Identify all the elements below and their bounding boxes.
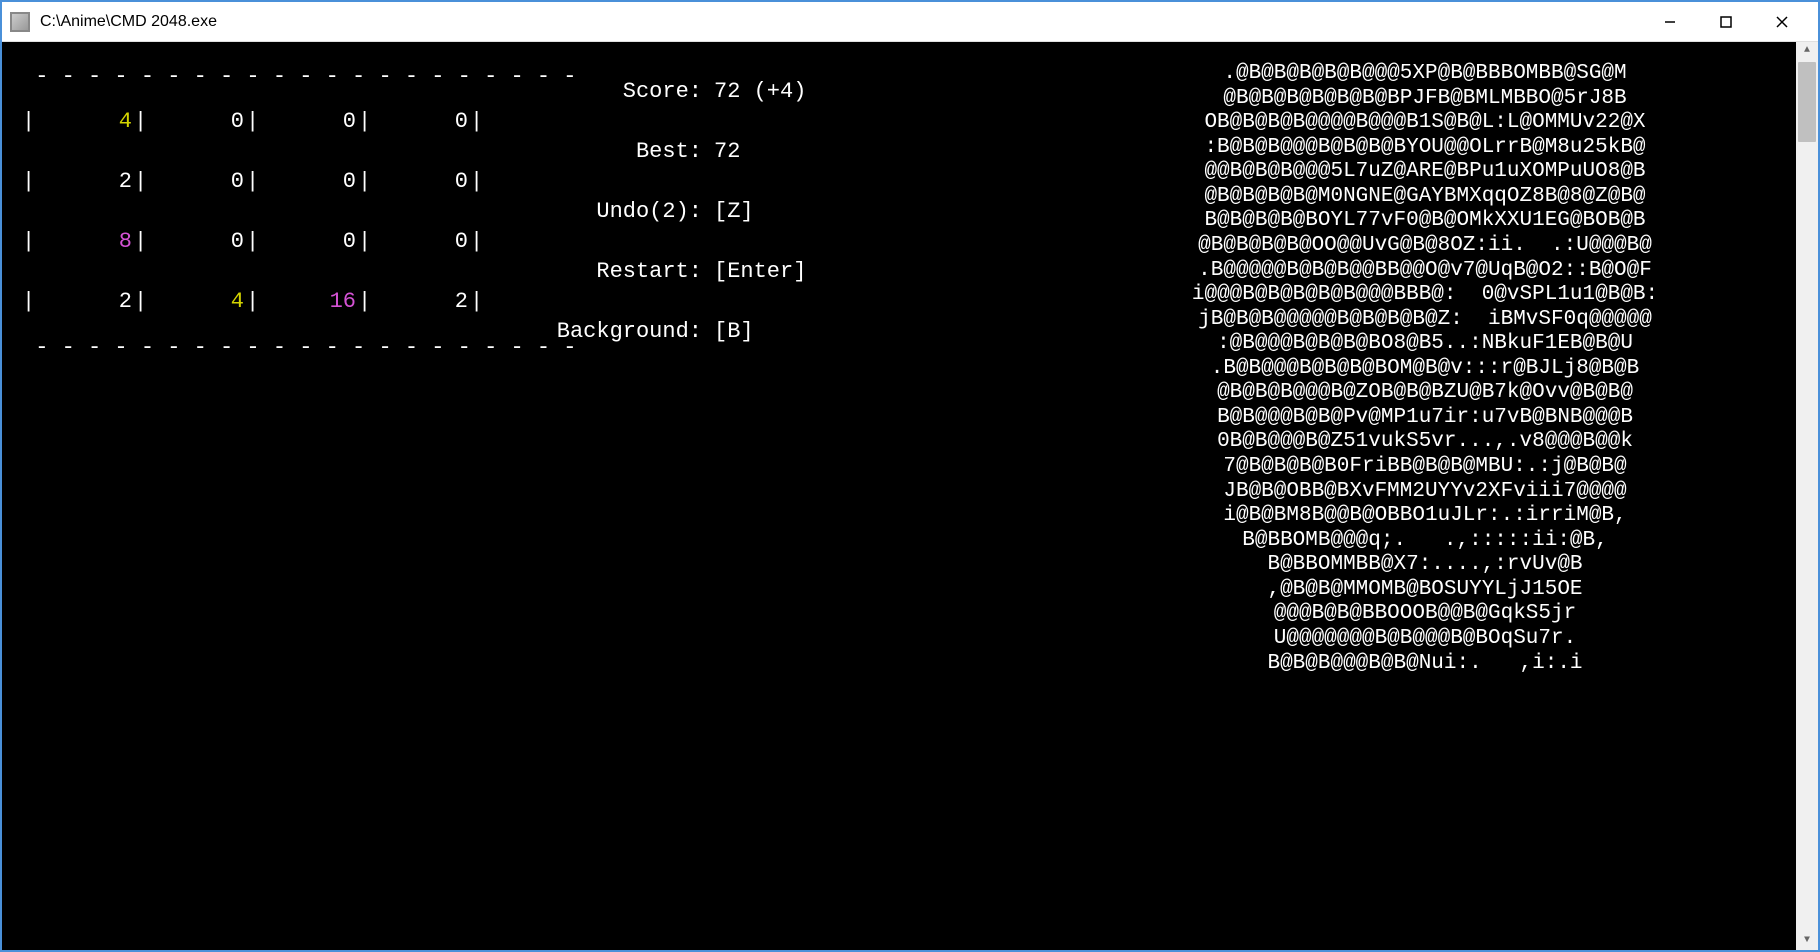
board-divider-top: - - - - - - - - - - - - - - - - - - - - … xyxy=(22,62,522,93)
board-cell: 2 xyxy=(370,287,470,318)
undo-row: Undo(2): [Z] xyxy=(522,182,1062,242)
cell-separator: | xyxy=(22,287,34,318)
maximize-button[interactable] xyxy=(1698,3,1754,41)
ascii-line: B@BBOMB@@@q;. .,:::::ii:@B, xyxy=(1062,529,1788,554)
ascii-line: B@BBOMMBB@X7:....,:rvUv@B xyxy=(1062,553,1788,578)
minimize-button[interactable] xyxy=(1642,3,1698,41)
ascii-line: .B@@@@@B@B@B@@BB@@O@v7@UqB@O2::B@O@F xyxy=(1062,259,1788,284)
window-title: C:\Anime\CMD 2048.exe xyxy=(40,13,1642,31)
ascii-line: 0B@B@@@B@Z51vukS5vr...,.v8@@@B@@k xyxy=(1062,430,1788,455)
board-cell: 0 xyxy=(146,167,246,198)
scroll-thumb[interactable] xyxy=(1798,62,1816,142)
cell-separator: | xyxy=(22,167,34,198)
cell-separator: | xyxy=(246,287,258,318)
board-cell: 4 xyxy=(146,287,246,318)
undo-key: [Z] xyxy=(714,197,754,228)
undo-label: Undo(2): xyxy=(522,197,702,228)
ascii-line: i@@@B@B@B@B@B@@@BBB@: 0@vSPL1u1@B@B: xyxy=(1062,283,1788,308)
best-row: Best: 72 xyxy=(522,122,1062,182)
ascii-line: 7@B@B@B@B0FriBB@B@B@MBU:.:j@B@B@ xyxy=(1062,455,1788,480)
board-cell: 0 xyxy=(370,167,470,198)
ascii-line: B@B@B@B@BOYL77vF0@B@OMkXXU1EG@BOB@B xyxy=(1062,209,1788,234)
board-row: |8|0|0|0| xyxy=(22,213,522,273)
ascii-line: @@@B@B@BBOOOB@@B@GqkS5jr xyxy=(1062,602,1788,627)
cell-separator: | xyxy=(470,167,482,198)
score-label: Score: xyxy=(522,77,702,108)
ascii-line: JB@B@OBB@BXvFMM2UYYv2XFviii7@@@@ xyxy=(1062,480,1788,505)
restart-label: Restart: xyxy=(522,257,702,288)
score-row: Score: 72 (+4) xyxy=(522,62,1062,122)
scroll-down-arrow[interactable]: ▼ xyxy=(1796,932,1818,950)
board-row: |4|0|0|0| xyxy=(22,93,522,153)
cell-separator: | xyxy=(134,167,146,198)
cell-separator: | xyxy=(470,287,482,318)
board-row: |2|4|16|2| xyxy=(22,273,522,333)
window-controls xyxy=(1642,3,1810,41)
background-row: Background: [B] xyxy=(522,302,1062,362)
board-cell: 4 xyxy=(34,107,134,138)
board-cell: 0 xyxy=(258,107,358,138)
close-button[interactable] xyxy=(1754,3,1810,41)
cell-separator: | xyxy=(358,167,370,198)
ascii-line: @B@B@B@B@OO@@UvG@B@8OZ:ii. .:U@@@B@ xyxy=(1062,234,1788,259)
ascii-art-panel: .@B@B@B@B@B@@@5XP@B@BBBOMBB@SG@M@B@B@B@B… xyxy=(1062,62,1818,950)
board-cell: 0 xyxy=(258,167,358,198)
ascii-line: ,@B@B@MMOMB@BOSUYYLjJ15OE xyxy=(1062,578,1788,603)
cell-separator: | xyxy=(470,107,482,138)
ascii-line: @B@B@B@B@M0NGNE@GAYBMXqqOZ8B@8@Z@B@ xyxy=(1062,185,1788,210)
ascii-line: OB@B@B@B@@@@B@@@B1S@B@L:L@OMMUv22@X xyxy=(1062,111,1788,136)
cell-separator: | xyxy=(246,227,258,258)
ascii-line: @@B@B@B@@@5L7uZ@ARE@BPu1uXOMPuUO8@B xyxy=(1062,160,1788,185)
game-info: Score: 72 (+4) Best: 72 Undo(2): [Z] Res… xyxy=(522,62,1062,950)
board-cell: 0 xyxy=(370,107,470,138)
ascii-line: @B@B@B@B@B@B@BPJFB@BMLMBBO@5rJ8B xyxy=(1062,87,1788,112)
cell-separator: | xyxy=(358,227,370,258)
ascii-line: :@B@@@B@B@B@BO8@B5..:NBkuF1EB@B@U xyxy=(1062,332,1788,357)
vertical-scrollbar[interactable]: ▲ ▼ xyxy=(1796,42,1818,950)
board-cell: 16 xyxy=(258,287,358,318)
restart-row: Restart: [Enter] xyxy=(522,242,1062,302)
ascii-line: i@B@BM8B@@B@OBBO1uJLr:.:irriM@B, xyxy=(1062,504,1788,529)
ascii-line: @B@B@B@@@B@ZOB@B@BZU@B7k@Ovv@B@B@ xyxy=(1062,381,1788,406)
board-cell: 2 xyxy=(34,287,134,318)
app-icon xyxy=(10,12,30,32)
cell-separator: | xyxy=(246,167,258,198)
cell-separator: | xyxy=(470,227,482,258)
ascii-line: B@B@@@B@B@Pv@MP1u7ir:u7vB@BNB@@@B xyxy=(1062,406,1788,431)
window-titlebar: C:\Anime\CMD 2048.exe xyxy=(2,2,1818,42)
ascii-line: .B@B@@@B@B@B@BOM@B@v:::r@BJLj8@B@B xyxy=(1062,357,1788,382)
console-area[interactable]: - - - - - - - - - - - - - - - - - - - - … xyxy=(2,42,1818,950)
cell-separator: | xyxy=(358,287,370,318)
restart-key: [Enter] xyxy=(714,257,806,288)
board-cell: 0 xyxy=(146,227,246,258)
board-divider-bottom: - - - - - - - - - - - - - - - - - - - - … xyxy=(22,333,522,364)
ascii-line: jB@B@B@@@@@B@B@B@B@Z: iBMvSF0q@@@@@ xyxy=(1062,308,1788,333)
ascii-line: B@B@B@@@B@B@Nui:. ,i:.i xyxy=(1062,652,1788,677)
cell-separator: | xyxy=(22,227,34,258)
cell-separator: | xyxy=(358,107,370,138)
cell-separator: | xyxy=(134,227,146,258)
board-cell: 2 xyxy=(34,167,134,198)
background-label: Background: xyxy=(522,317,702,348)
cell-separator: | xyxy=(134,107,146,138)
board-cell: 0 xyxy=(370,227,470,258)
board-cell: 0 xyxy=(258,227,358,258)
ascii-line: .@B@B@B@B@B@@@5XP@B@BBBOMBB@SG@M xyxy=(1062,62,1788,87)
cell-separator: | xyxy=(246,107,258,138)
best-value: 72 xyxy=(714,137,740,168)
ascii-line: U@@@@@@@B@B@@@B@BOqSu7r. xyxy=(1062,627,1788,652)
background-key: [B] xyxy=(714,317,754,348)
cell-separator: | xyxy=(22,107,34,138)
cell-separator: | xyxy=(134,287,146,318)
scroll-up-arrow[interactable]: ▲ xyxy=(1796,42,1818,60)
board-row: |2|0|0|0| xyxy=(22,153,522,213)
board-cell: 8 xyxy=(34,227,134,258)
score-value: 72 (+4) xyxy=(714,77,806,108)
board-cell: 0 xyxy=(146,107,246,138)
best-label: Best: xyxy=(522,137,702,168)
ascii-line: :B@B@B@@@B@B@B@BYOU@@OLrrB@M8u25kB@ xyxy=(1062,136,1788,161)
game-board: - - - - - - - - - - - - - - - - - - - - … xyxy=(22,62,522,950)
